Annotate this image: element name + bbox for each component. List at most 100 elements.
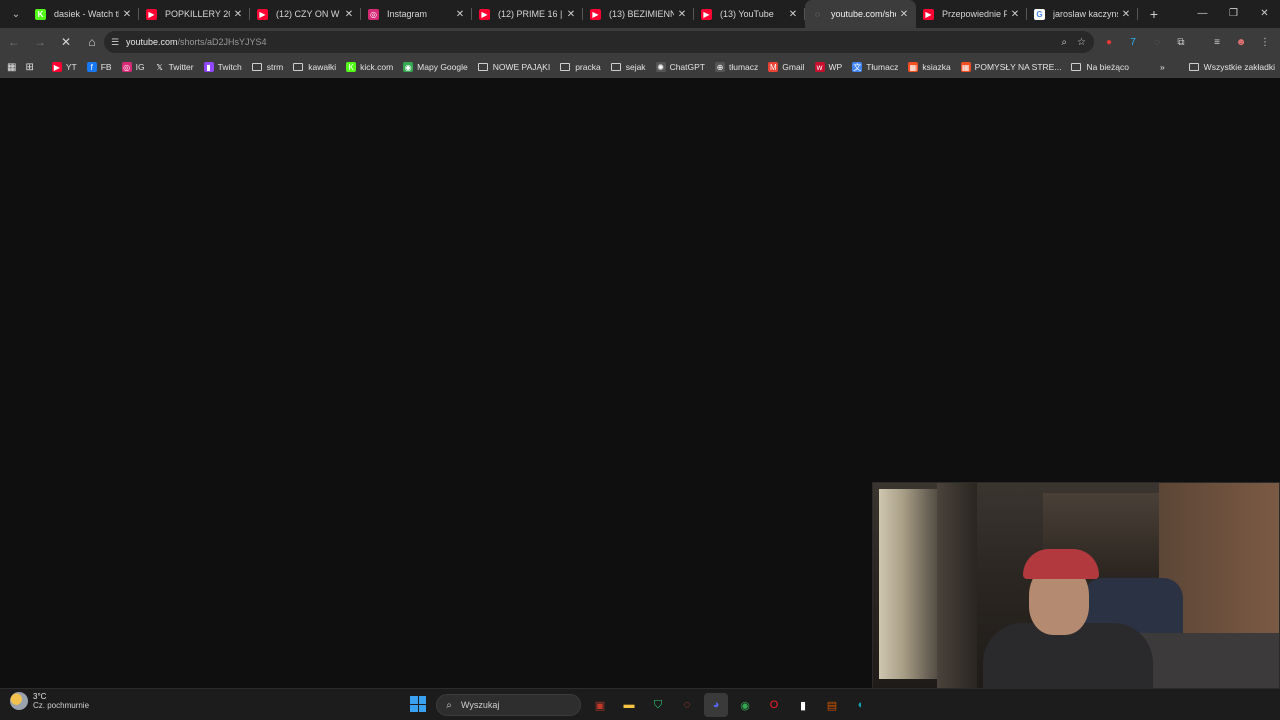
chatgpt-icon: ✺ [655, 62, 666, 72]
tab-close-icon[interactable]: ✕ [230, 9, 246, 20]
folder-icon [1188, 63, 1199, 71]
bookmark-item[interactable]: sejak [606, 56, 651, 78]
browser-tab[interactable]: ◎ Instagram ✕ [361, 0, 472, 28]
tab-title: (12) PRIME 16 | Z [498, 9, 563, 19]
google-translate-icon: 文 [852, 62, 863, 72]
tab-close-icon[interactable]: ✕ [896, 9, 912, 20]
bookmark-item[interactable]: w WP [810, 56, 848, 78]
7tv-extension-icon[interactable]: 7 [1124, 33, 1142, 51]
bookmark-item[interactable]: ✺ ChatGPT [651, 56, 710, 78]
discord-icon[interactable]: ◕ [704, 693, 728, 717]
extension-disabled-icon[interactable]: ◌ [1148, 33, 1166, 51]
taskbar-search[interactable]: ⌕ Wyszukaj [436, 694, 581, 716]
tab-title: (13) YouTube [720, 9, 774, 19]
tab-close-icon[interactable]: ✕ [119, 9, 135, 20]
browser-tab[interactable]: ▶ (12) PRIME 16 | Z✕ [472, 0, 583, 28]
bookmark-item[interactable]: ⊕ tłumacz [710, 56, 763, 78]
browser-tab[interactable]: ▶ POPKILLERY 2026✕ [139, 0, 250, 28]
weather-temp: 3°C [33, 692, 47, 701]
minimize-icon[interactable]: — [1187, 0, 1218, 28]
tab-close-icon[interactable]: ✕ [452, 9, 468, 20]
zoom-icon[interactable]: ⌕ [1061, 37, 1067, 48]
photos-app-icon[interactable]: ▣ [588, 693, 612, 717]
address-bar[interactable]: ☰ youtube.com/shorts/aD2JHsYJYS4 ⌕ ☆ [104, 31, 1094, 53]
bookmark-item[interactable]: ▮ Twitch [199, 56, 247, 78]
browser-tab[interactable]: ▶ Przepowiednie Pr ✕ [916, 0, 1027, 28]
youtube-icon: ▶ [146, 8, 157, 20]
weather-widget[interactable]: 3°C Cz. pochmurnie [10, 692, 89, 710]
opera-icon[interactable]: O [762, 693, 786, 717]
all-bookmarks-label: Wszystkie zakładki [1203, 62, 1275, 72]
kick-icon: K [346, 62, 357, 72]
more-bookmarks-chevron-icon[interactable]: » [1155, 56, 1170, 78]
bookmark-label: Gmail [782, 62, 805, 72]
back-button[interactable]: ← [2, 30, 26, 54]
bookmark-item[interactable]: NOWE PAJĄKI [473, 56, 555, 78]
bookmark-item[interactable]: ▦ ksiazka [903, 56, 955, 78]
profile-avatar-icon[interactable]: ☻ [1232, 33, 1250, 51]
start-button[interactable] [410, 696, 426, 712]
tab-title: jaroslaw kaczynsk [1053, 9, 1118, 19]
browser-tab[interactable]: ◌ youtube.com/sho ✕ [805, 0, 916, 28]
bookmark-item[interactable]: ◉ Mapy Google [398, 56, 473, 78]
tab-close-icon[interactable]: ✕ [1007, 9, 1023, 20]
edge-icon[interactable]: ◐ [849, 693, 873, 717]
bookmark-item[interactable]: M Gmail [763, 56, 809, 78]
bookmark-item[interactable]: ▶ YT [47, 56, 82, 78]
bookmark-item[interactable]: kawałki [288, 56, 341, 78]
bookmark-item[interactable]: ▦ POMYSŁY NA STRE... [956, 56, 1067, 78]
chrome-icon[interactable]: ◉ [733, 693, 757, 717]
tab-close-icon[interactable]: ✕ [563, 9, 579, 20]
youtube-icon: ▶ [590, 8, 601, 20]
bookmark-item[interactable]: Na bieżąco [1066, 56, 1134, 78]
bookmark-label: FB [100, 62, 112, 72]
tab-close-icon[interactable]: ✕ [785, 9, 801, 20]
bookmark-item[interactable]: 𝕏 Twitter [150, 56, 199, 78]
bookmark-star-icon[interactable]: ☆ [1077, 37, 1086, 48]
browser-tab[interactable]: Kdasiek - Watch th ✕ [28, 0, 139, 28]
extensions-puzzle-icon[interactable]: ⧉ [1172, 33, 1190, 51]
google-icon: G [1034, 8, 1045, 20]
tab-close-icon[interactable]: ✕ [341, 9, 357, 20]
bookmark-item[interactable]: pracka [555, 56, 606, 78]
paint-app-icon[interactable]: ▤ [820, 693, 844, 717]
apps-grid-icon[interactable]: ▦ ⊞ [0, 56, 39, 78]
bookmark-item[interactable]: f FB [82, 56, 117, 78]
bookmark-item[interactable]: Kkick.com [341, 56, 398, 78]
browser-tab[interactable]: ▶ (12) CZY ON W O✕ [250, 0, 361, 28]
bookmark-label: pracka [575, 62, 601, 72]
antivirus-icon[interactable]: ◌ [675, 693, 699, 717]
tab-separator [1137, 8, 1138, 20]
vpn-shield-icon[interactable]: ⛉ [646, 693, 670, 717]
stop-loading-button[interactable]: ✕ [54, 30, 78, 54]
close-window-icon[interactable]: ✕ [1249, 0, 1280, 28]
file-explorer-icon[interactable]: ▬ [617, 693, 641, 717]
restore-icon[interactable]: ❐ [1218, 0, 1249, 28]
bookmark-items: ▶ YT f FB ◎ IG 𝕏 Twitter ▮ Twitch strm kawałki Kkick… [47, 56, 1134, 78]
notes-app-icon[interactable]: ▮ [791, 693, 815, 717]
bookmark-item[interactable]: ◎ IG [117, 56, 150, 78]
bookmark-item[interactable]: strm [247, 56, 289, 78]
browser-menu-icon[interactable]: ⋮ [1256, 33, 1274, 51]
bookmark-item[interactable]: 文 Tłumacz [847, 56, 903, 78]
microsoft-icon: ▦ [908, 62, 919, 72]
bookmark-label: ksiazka [922, 62, 951, 72]
media-controls-icon[interactable]: ≡ [1208, 33, 1226, 51]
bookmark-label: ChatGPT [669, 62, 705, 72]
browser-tab[interactable]: ▶ (13) BEZIMIENNI ✕ [583, 0, 694, 28]
new-tab-button[interactable]: + [1142, 6, 1166, 22]
windows-taskbar: 3°C Cz. pochmurnie ⌕ Wyszukaj ▣ ▬ ⛉ ◌ ◕ ◉ O ▮ ▤ ◐ [0, 688, 1280, 720]
all-bookmarks-button[interactable]: Wszystkie zakładki [1184, 56, 1280, 78]
facebook-icon: f [86, 62, 97, 72]
record-extension-icon[interactable]: ● [1100, 33, 1118, 51]
tab-search-chevron-icon[interactable]: ⌄ [4, 4, 28, 24]
bookmark-label: YT [65, 62, 77, 72]
browser-tab[interactable]: ▶ (13) YouTube ✕ [694, 0, 805, 28]
browser-tab[interactable]: Gjaroslaw kaczynsk✕ [1027, 0, 1138, 28]
home-button[interactable]: ⌂ [80, 30, 104, 54]
tab-close-icon[interactable]: ✕ [674, 9, 690, 20]
tab-close-icon[interactable]: ✕ [1118, 9, 1134, 20]
site-info-icon[interactable]: ☰ [104, 37, 126, 48]
forward-button[interactable]: → [28, 30, 52, 54]
taskbar-apps: ▣ ▬ ⛉ ◌ ◕ ◉ O ▮ ▤ ◐ [588, 693, 873, 717]
